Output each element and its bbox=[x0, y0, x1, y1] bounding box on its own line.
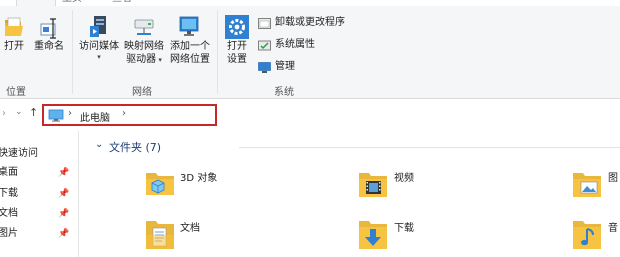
video-folder-icon[interactable] bbox=[357, 167, 389, 199]
add-location-label-line1: 添加一个 bbox=[170, 41, 210, 52]
breadcrumb-separator: › bbox=[68, 108, 72, 119]
uninstall-label: 卸载或更改程序 bbox=[275, 17, 345, 28]
chevron-down-icon: ▾ bbox=[97, 53, 101, 61]
nav-item-pictures[interactable]: 图片 📌 bbox=[0, 225, 74, 243]
open-folder-icon bbox=[5, 17, 23, 36]
folder-label-3d-objects: 3D 对象 bbox=[180, 173, 218, 184]
folder-label-music: 音 bbox=[608, 223, 618, 234]
network-drive-icon bbox=[134, 19, 154, 35]
documents-folder-icon[interactable] bbox=[144, 215, 176, 251]
group-separator bbox=[72, 10, 73, 94]
pin-icon: 📌 bbox=[58, 209, 70, 219]
access-media-button[interactable]: 访问媒体 ▾ bbox=[78, 14, 120, 61]
uninstall-icon bbox=[258, 18, 271, 29]
open-settings-button[interactable]: 打开 设置 bbox=[222, 14, 252, 66]
recent-locations-chevron-icon[interactable]: ⌄ bbox=[15, 107, 23, 117]
add-location-label-line2: 网络位置 bbox=[170, 54, 210, 65]
map-network-drive-button[interactable]: 映射网络 驱动器 ▾ bbox=[122, 14, 166, 67]
nav-item-desktop[interactable]: 桌面 📌 bbox=[0, 164, 74, 182]
content-pane: ⌄ 文件夹 (7) 3D 对象 视频 图 文档 下载 音 bbox=[79, 131, 620, 257]
open-label: 打开 bbox=[4, 41, 24, 52]
section-header-folders[interactable]: 文件夹 (7) bbox=[109, 139, 161, 155]
open-button[interactable]: 打开 bbox=[2, 16, 26, 53]
nav-item-label: 下载 bbox=[0, 188, 18, 199]
rename-label: 重命名 bbox=[34, 41, 64, 52]
group-separator bbox=[217, 10, 218, 94]
this-pc-icon bbox=[48, 109, 64, 122]
nav-item-label: 文档 bbox=[0, 208, 18, 219]
collapse-chevron-icon[interactable]: ⌄ bbox=[95, 139, 103, 150]
nav-item-label: 快速访问 bbox=[0, 148, 38, 159]
nav-item-label: 桌面 bbox=[0, 167, 18, 178]
folder-label-documents: 文档 bbox=[180, 223, 200, 234]
pictures-folder-icon[interactable] bbox=[571, 167, 603, 199]
nav-item-label: 图片 bbox=[0, 228, 18, 239]
access-media-label: 访问媒体 bbox=[79, 41, 119, 52]
system-properties-icon bbox=[258, 40, 271, 51]
map-drive-label-line1: 映射网络 bbox=[124, 41, 164, 52]
nav-item-quick-access[interactable]: 快速访问 bbox=[0, 145, 38, 163]
folder-label-downloads: 下载 bbox=[394, 223, 414, 234]
downloads-folder-icon[interactable] bbox=[357, 215, 389, 251]
map-drive-label-line2: 驱动器 bbox=[126, 54, 157, 65]
nav-item-documents[interactable]: 文档 📌 bbox=[0, 205, 74, 223]
navigation-pane: 快速访问 桌面 📌 下载 📌 文档 📌 图片 📌 bbox=[0, 131, 79, 257]
gear-icon bbox=[225, 15, 249, 39]
location-group-label: 位置 bbox=[6, 87, 26, 98]
rename-icon bbox=[40, 18, 56, 39]
pin-icon: 📌 bbox=[58, 189, 70, 199]
computer-management-icon bbox=[258, 62, 271, 73]
section-divider bbox=[239, 147, 620, 148]
network-group-label: 网络 bbox=[132, 87, 152, 98]
folder-label-pictures: 图 bbox=[608, 173, 618, 184]
tab-view[interactable]: 查看 bbox=[112, 0, 132, 4]
open-settings-label-line2: 设置 bbox=[227, 54, 247, 65]
manage-label: 管理 bbox=[275, 61, 295, 72]
system-group-label: 系统 bbox=[274, 87, 294, 98]
ribbon: 主页 查看 打开 重命名 位置 访问媒体 bbox=[0, 0, 620, 99]
add-network-location-button[interactable]: 添加一个 网络位置 bbox=[168, 14, 212, 66]
rename-button[interactable]: 重命名 bbox=[33, 16, 65, 53]
ribbon-tab-strip: 主页 查看 bbox=[0, 0, 620, 6]
chevron-down-icon: ▾ bbox=[156, 56, 162, 64]
add-network-location-icon bbox=[179, 16, 199, 36]
pin-icon: 📌 bbox=[58, 168, 70, 178]
breadcrumb-separator[interactable]: › bbox=[122, 108, 126, 119]
media-server-icon bbox=[90, 16, 106, 37]
open-settings-label-line1: 打开 bbox=[227, 41, 247, 52]
3d-objects-folder-icon[interactable] bbox=[144, 167, 176, 197]
tab-computer[interactable] bbox=[16, 0, 56, 6]
music-folder-icon[interactable] bbox=[571, 215, 603, 251]
breadcrumb-this-pc[interactable]: 此电脑 bbox=[80, 109, 110, 124]
address-field-highlight[interactable]: › 此电脑 › bbox=[42, 104, 217, 126]
system-properties-label: 系统属性 bbox=[275, 39, 315, 50]
forward-arrow-icon[interactable]: › bbox=[2, 108, 6, 119]
pin-icon: 📌 bbox=[58, 229, 70, 239]
folder-label-videos: 视频 bbox=[394, 173, 414, 184]
nav-item-downloads[interactable]: 下载 📌 bbox=[0, 185, 74, 203]
tab-home[interactable]: 主页 bbox=[62, 0, 82, 4]
up-arrow-icon[interactable]: ↑ bbox=[29, 106, 38, 119]
